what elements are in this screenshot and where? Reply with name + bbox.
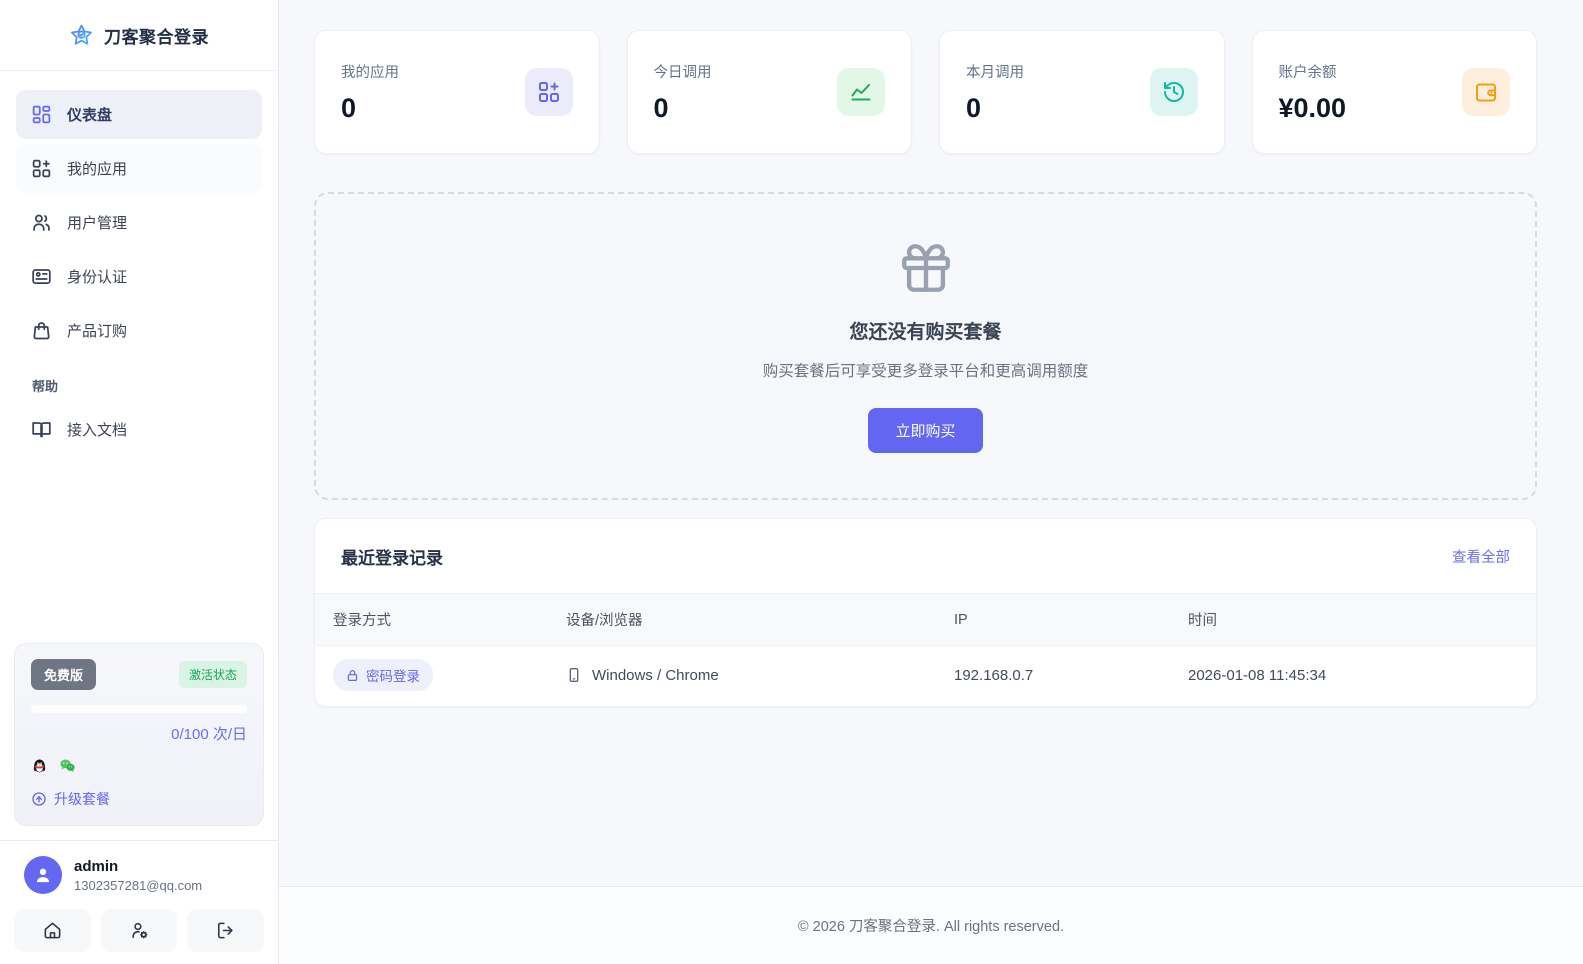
trend-chart-icon <box>837 68 885 116</box>
platform-icons <box>31 757 247 774</box>
column-header-method: 登录方式 <box>315 593 566 646</box>
logout-button[interactable] <box>187 909 265 952</box>
column-header-ip: IP <box>954 593 1188 646</box>
stats-row: 我的应用 0 今日调用 0 本月调用 0 账户余额 ¥0.00 <box>314 30 1537 154</box>
upgrade-plan-link[interactable]: 升级套餐 <box>31 789 247 809</box>
stat-value: ¥0.00 <box>1278 92 1347 123</box>
account-settings-button[interactable] <box>100 909 178 952</box>
sidebar-item-user-management[interactable]: 用户管理 <box>16 198 262 247</box>
plan-status-badge: 激活状态 <box>178 661 247 688</box>
users-icon <box>31 212 52 233</box>
sidebar-item-my-apps[interactable]: 我的应用 <box>16 144 262 193</box>
user-email: 1302357281@qq.com <box>74 877 203 893</box>
sidebar-item-label: 用户管理 <box>67 215 128 232</box>
app-title: 刀客聚合登录 <box>104 27 209 47</box>
plan-name-badge: 免费版 <box>31 659 97 690</box>
user-name: admin <box>74 857 119 875</box>
stat-label: 本月调用 <box>966 64 1024 81</box>
apps-plus-icon <box>31 158 52 179</box>
help-section-label: 帮助 <box>32 379 59 394</box>
sidebar-item-product-order[interactable]: 产品订购 <box>16 306 262 355</box>
stat-value: 0 <box>653 92 669 123</box>
home-icon <box>44 922 61 939</box>
recent-logins-card: 最近登录记录 查看全部 登录方式 设备/浏览器 IP 时间 密码登录 Windo… <box>314 518 1537 707</box>
quota-progress-bar <box>31 705 247 713</box>
stat-card-my-apps: 我的应用 0 <box>314 30 600 154</box>
stat-value: 0 <box>966 92 982 123</box>
sidebar-item-label: 我的应用 <box>67 161 128 178</box>
table-row: 密码登录 Windows / Chrome 192.168.0.7 2026-0… <box>315 646 1536 707</box>
sidebar: 刀客聚合登录 仪表盘 我的应用 用户管理 身份认证 产品订购 帮助 接入文档 免… <box>0 0 279 964</box>
column-header-device: 设备/浏览器 <box>566 593 954 646</box>
view-all-link[interactable]: 查看全部 <box>1452 546 1510 567</box>
sidebar-item-label: 接入文档 <box>67 422 128 439</box>
user-section: admin 1302357281@qq.com <box>0 840 278 964</box>
user-gear-icon <box>131 922 147 939</box>
dashboard-icon <box>31 104 52 125</box>
empty-state-title: 您还没有购买套餐 <box>849 322 1002 343</box>
buy-now-button[interactable]: 立即购买 <box>868 408 983 453</box>
id-card-icon <box>31 266 52 287</box>
gift-icon <box>901 244 950 292</box>
avatar <box>24 856 62 894</box>
sidebar-item-label: 仪表盘 <box>67 107 113 124</box>
stat-label: 账户余额 <box>1278 64 1337 81</box>
shopping-bag-icon <box>31 320 52 341</box>
stat-value: 0 <box>341 92 357 123</box>
sidebar-item-dashboard[interactable]: 仪表盘 <box>16 90 262 139</box>
main-content: 我的应用 0 今日调用 0 本月调用 0 账户余额 ¥0.00 您还没有购买套餐… <box>279 0 1583 964</box>
sidebar-nav: 仪表盘 我的应用 用户管理 身份认证 产品订购 帮助 接入文档 <box>0 71 278 459</box>
column-header-time: 时间 <box>1188 593 1536 646</box>
apps-plus-icon <box>524 68 573 116</box>
recent-logins-title: 最近登录记录 <box>341 549 443 568</box>
circle-arrow-up-icon <box>32 792 46 806</box>
wechat-icon <box>60 759 75 772</box>
qq-icon <box>33 759 46 773</box>
home-button[interactable] <box>14 909 91 952</box>
quota-text: 0/100 次/日 <box>171 726 247 743</box>
logout-icon <box>218 922 233 939</box>
lock-icon <box>347 669 358 681</box>
device-cell: Windows / Chrome <box>566 667 954 684</box>
stat-card-today-calls: 今日调用 0 <box>626 30 912 154</box>
plan-card: 免费版 激活状态 0/100 次/日 升级套餐 <box>14 643 264 826</box>
stat-label: 我的应用 <box>341 64 399 81</box>
copyright-text: © 2026 刀客聚合登录. All rights reserved. <box>797 919 1065 935</box>
smartphone-icon <box>569 668 579 682</box>
sidebar-item-identity-auth[interactable]: 身份认证 <box>16 252 262 301</box>
logo: 刀客聚合登录 <box>0 0 278 71</box>
stat-label: 今日调用 <box>653 64 712 81</box>
sidebar-item-docs[interactable]: 接入文档 <box>16 405 262 454</box>
sidebar-item-label: 身份认证 <box>67 269 128 286</box>
login-method-badge: 密码登录 <box>333 659 433 691</box>
empty-state-subtitle: 购买套餐后可享受更多登录平台和更高调用额度 <box>762 363 1089 380</box>
wallet-icon <box>1462 68 1510 116</box>
stat-card-balance: 账户余额 ¥0.00 <box>1251 30 1537 154</box>
footer: © 2026 刀客聚合登录. All rights reserved. <box>279 886 1583 964</box>
book-open-icon <box>31 419 52 440</box>
star-logo-icon <box>69 23 94 48</box>
sidebar-item-label: 产品订购 <box>67 323 128 340</box>
time-cell: 2026-01-08 11:45:34 <box>1188 666 1327 684</box>
history-clock-icon <box>1149 68 1198 116</box>
ip-cell: 192.168.0.7 <box>954 666 1034 684</box>
recent-logins-table: 登录方式 设备/浏览器 IP 时间 密码登录 Windows / Chrome … <box>315 593 1536 706</box>
stat-card-month-calls: 本月调用 0 <box>939 30 1225 154</box>
no-package-panel: 您还没有购买套餐 购买套餐后可享受更多登录平台和更高调用额度 立即购买 <box>314 192 1537 500</box>
upgrade-label: 升级套餐 <box>54 791 110 807</box>
